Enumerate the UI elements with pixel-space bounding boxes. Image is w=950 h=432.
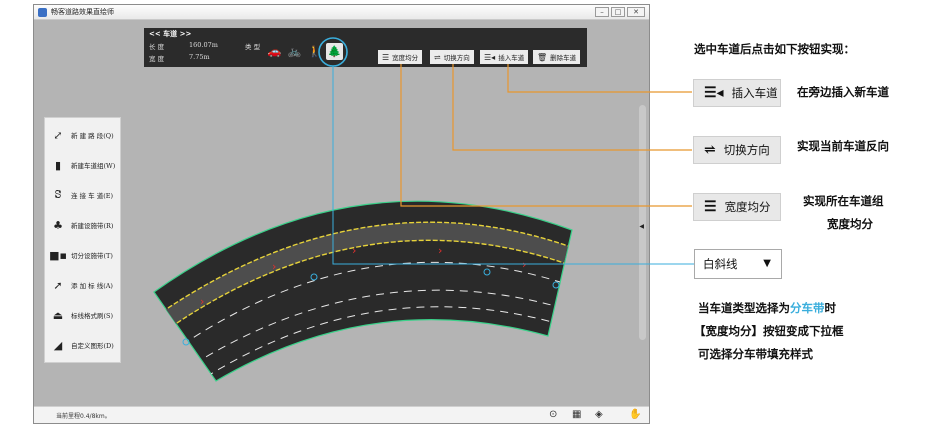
app-window: 畅客道路效果直绘师 – □ ✕ › › › › › << 车道 >> 长 度 1…: [33, 4, 650, 424]
location-pin-icon[interactable]: ⊙: [549, 409, 557, 420]
grid-icon[interactable]: ▦: [572, 409, 581, 420]
add-marking-icon: ➚: [53, 278, 63, 292]
toolbar-item-split-strip[interactable]: ■▪ 切分设施带(T): [45, 240, 122, 270]
switch-direction-icon: ⇌: [704, 142, 716, 158]
insert-lane-icon: ☰◂: [704, 85, 724, 101]
status-text: 当前里程0.4/8km。: [56, 413, 111, 420]
equal-width-label: 宽度均分: [392, 54, 419, 62]
switch-description: 实现当前车道反向: [797, 139, 889, 153]
dropdown-selected-value: 白斜线: [703, 257, 738, 271]
tree-icon[interactable]: 🌲: [326, 43, 343, 60]
pan-hand-icon[interactable]: ✋: [629, 409, 641, 420]
minimize-button[interactable]: –: [595, 7, 609, 17]
pedestrian-icon[interactable]: 🚶: [306, 43, 323, 60]
status-bar: 当前里程0.4/8km。 ⊙ ▦ ◈ ✋: [34, 406, 649, 423]
lane-info-panel: << 车道 >> 长 度 160.07m 宽 度 7.75m 类 型 🚗 🚲 🚶…: [144, 28, 587, 67]
toolbar-item-add-marking[interactable]: ➚ 添 加 标 线(A): [45, 270, 122, 300]
callout-equal-width-button: ☰ 宽度均分: [693, 193, 781, 221]
callout-switch-direction-button: ⇌ 切换方向: [693, 136, 781, 164]
road-drawing[interactable]: › › › › ›: [34, 20, 649, 408]
trash-icon: 🗑: [537, 52, 548, 62]
left-toolbar: ⤢ 新 建 路 段(Q) ▮ 新建车道组(W) ꗟ 连 接 车 道(E) ♣ 新…: [44, 117, 121, 363]
toolbar-label: 添 加 标 线(A): [71, 282, 113, 290]
custom-shape-icon: ◢: [53, 338, 63, 352]
marking-brush-icon: ⏏: [52, 308, 64, 322]
toolbar-item-facility-strip[interactable]: ♣ 新建设施带(R): [45, 210, 122, 240]
control-point[interactable]: [182, 338, 190, 346]
note-line-1-accent: 分车带: [790, 301, 825, 315]
toolbar-item-lane-group[interactable]: ▮ 新建车道组(W): [45, 150, 122, 180]
switch-direction-label: 切换方向: [443, 54, 470, 62]
length-value: 160.07m: [189, 41, 218, 49]
note-line-1: 当车道类型选择为分车带时: [698, 300, 836, 316]
equal-description-line1: 实现所在车道组: [803, 194, 884, 208]
toolbar-item-connect-lane[interactable]: ꗟ 连 接 车 道(E): [45, 180, 122, 210]
callout-equal-label: 宽度均分: [724, 200, 771, 214]
delete-lane-button[interactable]: 🗑 删除车道: [533, 50, 581, 64]
toolbar-item-custom-shape[interactable]: ◢ 自定义图形(D): [45, 330, 122, 360]
screenshot-root: 畅客道路效果直绘师 – □ ✕ › › › › › << 车道 >> 长 度 1…: [0, 0, 950, 432]
bicycle-icon[interactable]: 🚲: [286, 43, 303, 60]
collapse-arrow-icon[interactable]: ◀: [639, 223, 644, 230]
toolbar-label: 标线格式刷(S): [71, 312, 114, 320]
equal-width-button[interactable]: ☰ 宽度均分: [378, 50, 423, 64]
type-label: 类 型: [245, 43, 261, 51]
close-button[interactable]: ✕: [627, 7, 645, 17]
car-icon[interactable]: 🚗: [266, 43, 283, 60]
lane-arrow: ›: [522, 258, 526, 271]
facility-strip-icon: ♣: [53, 218, 63, 232]
callout-insert-label: 插入车道: [731, 86, 778, 100]
lane-arrow: ›: [352, 244, 356, 257]
dropdown-arrow-icon: ▼: [763, 258, 771, 269]
insert-lane-icon: ☰◂: [484, 52, 496, 62]
lane-arrow: ›: [272, 260, 276, 273]
note-line-3: 可选择分车带填充样式: [698, 347, 813, 361]
lane-arrow: ›: [200, 295, 204, 308]
equal-width-icon: ☰: [704, 199, 717, 215]
equal-description-line2: 宽度均分: [827, 217, 873, 231]
connect-lane-icon: ꗟ: [54, 188, 62, 201]
lane-group-icon: ▮: [54, 158, 62, 172]
toolbar-item-marking-brush[interactable]: ⏏ 标线格式刷(S): [45, 300, 122, 330]
callout-insert-lane-button: ☰◂ 插入车道: [693, 79, 781, 107]
toolbar-label: 连 接 车 道(E): [71, 192, 114, 200]
equal-width-icon: ☰: [382, 52, 390, 62]
toolbar-label: 新建车道组(W): [71, 162, 116, 170]
layers-icon[interactable]: ◈: [595, 409, 603, 420]
width-label: 宽 度: [149, 55, 165, 63]
length-label: 长 度: [149, 43, 165, 51]
switch-direction-icon: ⇌: [434, 52, 441, 62]
toolbar-item-new-road[interactable]: ⤢ 新 建 路 段(Q): [45, 120, 122, 150]
toolbar-label: 新 建 路 段(Q): [71, 132, 114, 140]
callout-switch-label: 切换方向: [723, 143, 770, 157]
app-logo-icon: [38, 8, 47, 17]
window-title: 畅客道路效果直绘师: [51, 8, 114, 16]
insert-lane-label: 插入车道: [498, 54, 525, 62]
lane-arrow: ›: [438, 244, 442, 257]
annotation-heading: 选中车道后点击如下按钮实现：: [694, 42, 855, 56]
note-line-1-suffix: 时: [824, 301, 837, 315]
maximize-button[interactable]: □: [611, 7, 625, 17]
note-line-2: 【宽度均分】按钮变成下拉框: [694, 324, 844, 338]
toolbar-label: 自定义图形(D): [71, 342, 114, 350]
width-value: 7.75m: [189, 53, 210, 61]
switch-direction-button[interactable]: ⇌ 切换方向: [430, 50, 474, 64]
insert-description: 在旁边插入新车道: [797, 85, 889, 99]
delete-lane-label: 删除车道: [550, 54, 577, 62]
note-line-1-prefix: 当车道类型选择为: [698, 301, 790, 315]
map-canvas[interactable]: › › › › › << 车道 >> 长 度 160.07m 宽 度 7.75m…: [34, 20, 649, 408]
lane-panel-title: << 车道 >>: [149, 29, 192, 38]
toolbar-label: 切分设施带(T): [71, 252, 113, 260]
title-bar: 畅客道路效果直绘师 – □ ✕: [34, 5, 649, 20]
fill-style-dropdown[interactable]: 白斜线 ▼: [694, 249, 782, 279]
split-strip-icon: ■▪: [49, 248, 67, 262]
toolbar-label: 新建设施带(R): [71, 222, 114, 230]
new-road-icon: ⤢: [53, 128, 63, 142]
insert-lane-button[interactable]: ☰◂ 插入车道: [480, 50, 529, 64]
